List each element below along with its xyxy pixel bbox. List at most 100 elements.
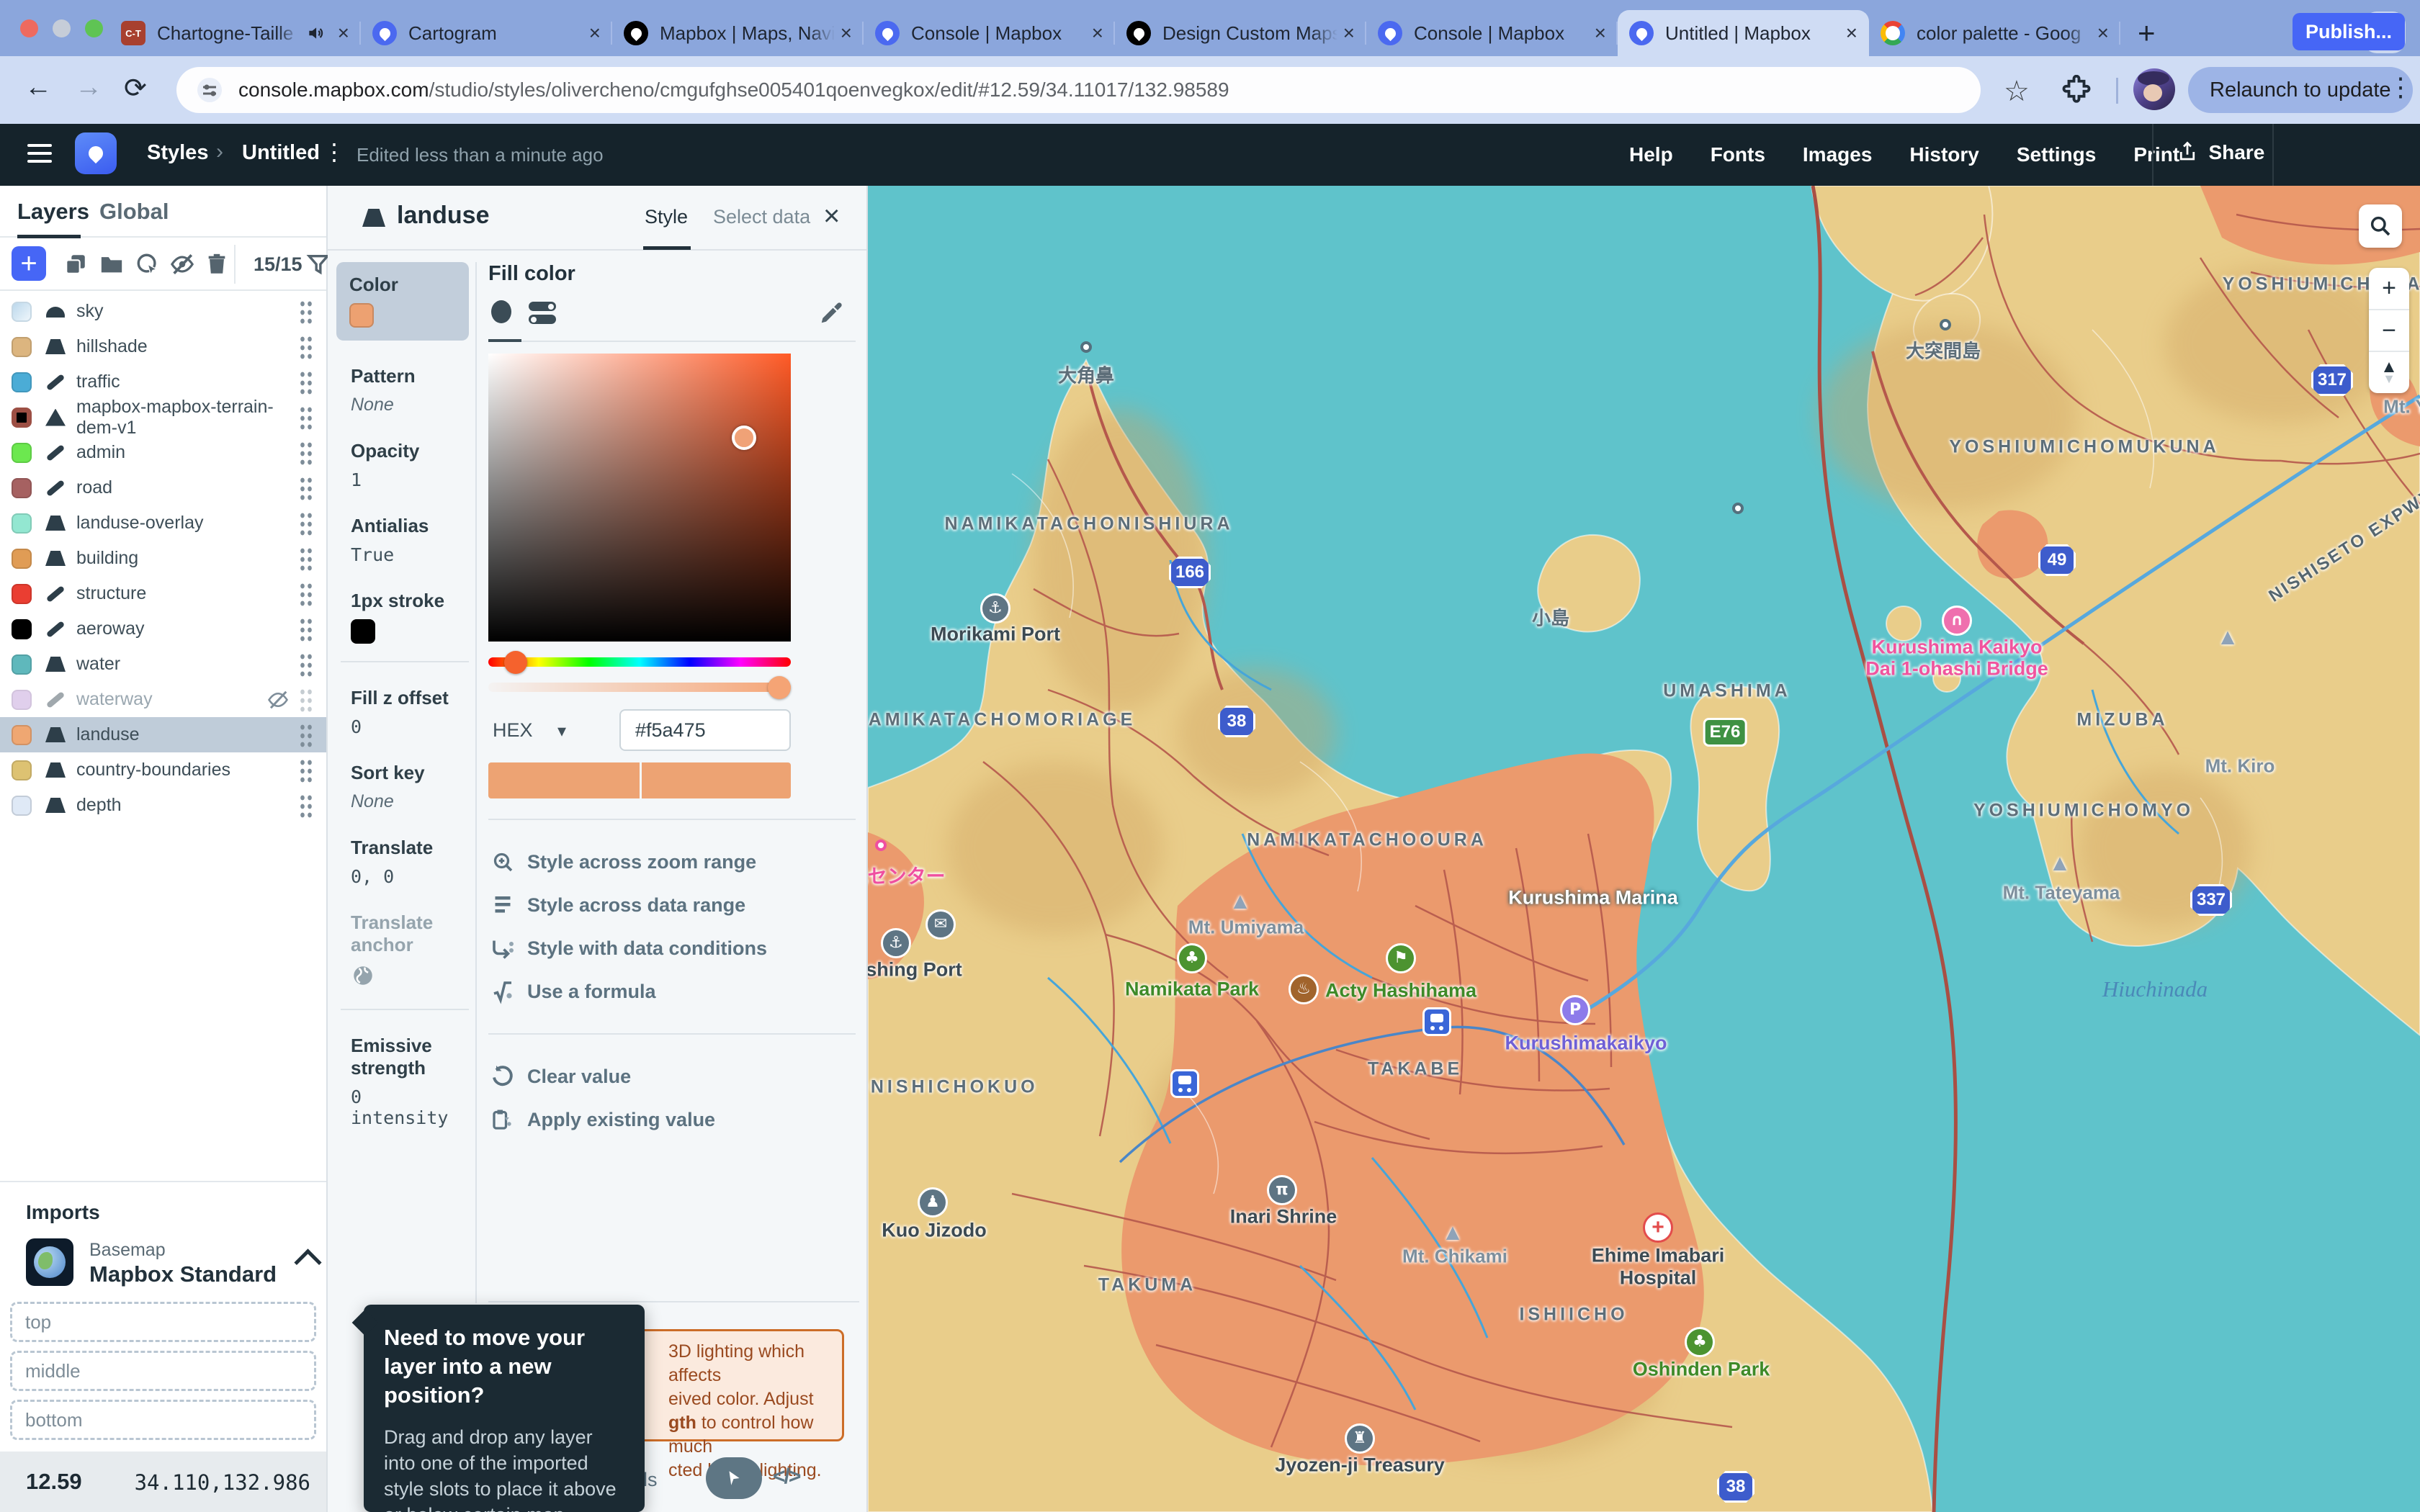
layer-drag-handle[interactable]	[299, 793, 313, 818]
studio-nav-images[interactable]: Images	[1803, 143, 1873, 166]
layer-drag-handle[interactable]	[299, 758, 313, 783]
solid-color-mode-icon[interactable]	[491, 300, 511, 323]
site-info-icon[interactable]	[195, 76, 224, 104]
tab-close-icon[interactable]: ×	[338, 22, 349, 45]
property-color[interactable]: Color	[336, 262, 469, 341]
relaunch-to-update-button[interactable]: Relaunch to update	[2188, 67, 2413, 113]
breadcrumb-style-name[interactable]: Untitled	[242, 141, 320, 165]
layer-drag-handle[interactable]	[299, 546, 313, 571]
import-slot-bottom[interactable]: bottom	[10, 1400, 316, 1440]
hamburger-menu-icon[interactable]	[27, 144, 52, 168]
tab-close-icon[interactable]: ×	[2097, 22, 2109, 45]
property-sort-key[interactable]: Sort keyNone	[338, 762, 469, 812]
delete-layer-icon[interactable]	[205, 252, 229, 276]
window-zoom-button[interactable]	[85, 19, 103, 37]
studio-nav-help[interactable]: Help	[1629, 143, 1673, 166]
code-view-toggle[interactable]: </>	[773, 1464, 799, 1489]
tab-close-icon[interactable]: ×	[1092, 22, 1103, 45]
layer-row-admin[interactable]: admin	[0, 435, 326, 470]
browser-tab[interactable]: Cartogram×	[361, 10, 612, 56]
tab-close-icon[interactable]: ×	[1595, 22, 1606, 45]
import-slot-top[interactable]: top	[10, 1302, 316, 1342]
saturation-brightness-picker[interactable]	[488, 354, 791, 642]
layer-drag-handle[interactable]	[299, 405, 313, 430]
tab-close-icon[interactable]: ×	[1343, 22, 1355, 45]
layer-row-building[interactable]: building	[0, 541, 326, 576]
layer-drag-handle[interactable]	[299, 652, 313, 677]
group-folder-icon[interactable]	[99, 252, 124, 276]
back-button[interactable]: ←	[24, 72, 52, 103]
layer-row-water[interactable]: water	[0, 647, 326, 682]
tab-close-icon[interactable]: ×	[589, 22, 601, 45]
add-layer-button[interactable]: +	[12, 246, 46, 281]
hue-slider[interactable]	[488, 657, 791, 667]
basemap-row[interactable]: Basemap Mapbox Standard	[26, 1238, 326, 1289]
action-cond[interactable]: Style with data conditions	[488, 927, 856, 970]
compass-button[interactable]: ▲▼	[2369, 352, 2409, 393]
property-translate-anchor[interactable]: Translate anchor	[338, 912, 469, 991]
map-canvas[interactable]: YOSHIUMICHOSAKAISNAMIKATACHONISHIURANAMI…	[868, 186, 2420, 1512]
breadcrumb-styles[interactable]: Styles	[147, 141, 208, 165]
tab-audio-icon[interactable]	[306, 24, 325, 42]
zoom-in-button[interactable]: +	[2369, 268, 2409, 310]
browser-tab[interactable]: C-TChartogne-Taille×	[109, 10, 361, 56]
property-1px-stroke[interactable]: 1px stroke	[338, 590, 469, 644]
duplicate-layer-icon[interactable]	[63, 252, 88, 276]
layer-row-aeroway[interactable]: aeroway	[0, 611, 326, 647]
layer-row-depth[interactable]: depth	[0, 788, 326, 823]
hide-layer-icon[interactable]	[170, 252, 194, 276]
studio-nav-fonts[interactable]: Fonts	[1711, 143, 1765, 166]
import-slot-middle[interactable]: middle	[10, 1351, 316, 1391]
layer-row-structure[interactable]: structure	[0, 576, 326, 611]
url-text[interactable]: console.mapbox.com/studio/styles/oliverc…	[238, 78, 1229, 102]
collapse-chevron-icon[interactable]	[294, 1248, 321, 1276]
map-search-button[interactable]	[2359, 204, 2402, 248]
layer-drag-handle[interactable]	[299, 617, 313, 642]
zoom-out-button[interactable]: −	[2369, 310, 2409, 353]
layer-hidden-eye-slash-icon[interactable]	[267, 689, 289, 711]
layer-row-country-boundaries[interactable]: country-boundaries	[0, 752, 326, 788]
visual-mode-toggle[interactable]	[706, 1457, 762, 1499]
window-controls[interactable]	[20, 19, 103, 37]
property-fill-z-offset[interactable]: Fill z offset0	[338, 687, 469, 737]
browser-tab[interactable]: Console | Mapbox×	[1366, 10, 1618, 56]
layer-drag-handle[interactable]	[299, 300, 313, 324]
layer-row-road[interactable]: road	[0, 470, 326, 505]
action-zoom[interactable]: Style across zoom range	[488, 840, 856, 883]
browser-tab[interactable]: Design Custom Maps×	[1115, 10, 1366, 56]
layer-row-landuse-overlay[interactable]: landuse-overlay	[0, 505, 326, 541]
component-sliders-mode-icon[interactable]	[529, 302, 556, 328]
mapbox-logo[interactable]	[75, 132, 117, 174]
hex-format-caret-icon[interactable]: ▾	[557, 721, 566, 742]
tab-close-icon[interactable]: ×	[841, 22, 852, 45]
tab-layers[interactable]: Layers	[17, 199, 89, 225]
property-antialias[interactable]: AntialiasTrue	[338, 515, 469, 565]
bookmark-star-icon[interactable]: ☆	[2004, 75, 2030, 108]
layer-row-waterway[interactable]: waterway	[0, 682, 326, 717]
new-tab-button[interactable]: +	[2138, 16, 2156, 50]
color-cursor[interactable]	[732, 426, 756, 450]
close-panel-icon[interactable]: ×	[823, 200, 840, 233]
tab-close-icon[interactable]: ×	[1846, 22, 1857, 45]
tab-style[interactable]: Style	[645, 206, 688, 228]
layer-drag-handle[interactable]	[299, 511, 313, 536]
browser-tab[interactable]: color palette - Goog×	[1869, 10, 2120, 56]
hex-format-label[interactable]: HEX	[493, 719, 533, 742]
browser-tab-active[interactable]: Untitled | Mapbox×	[1618, 10, 1869, 56]
action-formula[interactable]: Use a formula	[488, 970, 856, 1013]
layer-row-hillshade[interactable]: hillshade	[0, 329, 326, 364]
select-on-map-icon[interactable]	[135, 252, 160, 276]
alpha-handle[interactable]	[768, 676, 791, 699]
eyedropper-icon[interactable]	[818, 299, 846, 330]
action-range[interactable]: Style across data range	[488, 883, 856, 927]
layer-row-landuse[interactable]: landuse	[0, 717, 326, 752]
layer-drag-handle[interactable]	[299, 688, 313, 712]
property-pattern[interactable]: PatternNone	[338, 365, 469, 415]
studio-nav-print[interactable]: Print	[2133, 143, 2179, 166]
publish-button[interactable]: Publish...	[2293, 13, 2405, 50]
layer-row-traffic[interactable]: traffic	[0, 364, 326, 400]
browser-tab[interactable]: Mapbox | Maps, Navi×	[612, 10, 864, 56]
layer-drag-handle[interactable]	[299, 582, 313, 606]
browser-menu-icon[interactable]: ⋮	[2388, 72, 2414, 102]
property-swatch[interactable]	[351, 619, 375, 644]
